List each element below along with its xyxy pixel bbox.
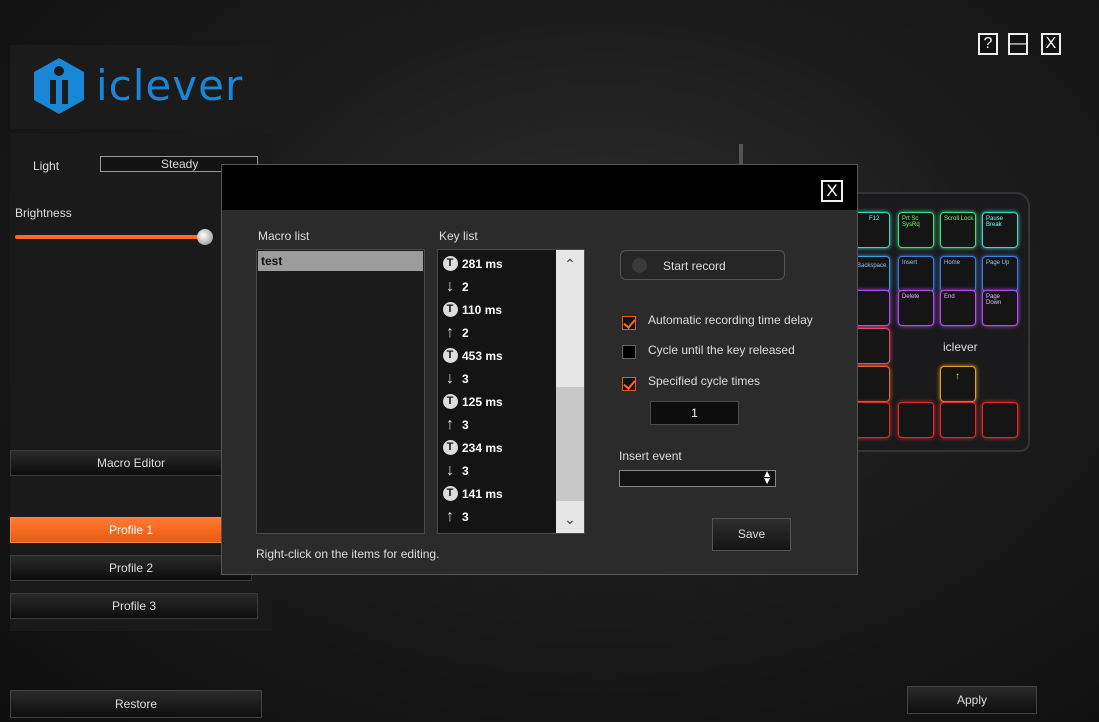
apply-button[interactable]: Apply [907, 686, 1037, 714]
key-down-icon: ↓ [446, 277, 454, 295]
macro-editor-button[interactable]: Macro Editor [10, 450, 252, 476]
key-entry[interactable]: T 110 ms [442, 298, 554, 321]
insert-event-select[interactable]: ▲ ▼ [619, 470, 776, 487]
keyboard-cable [739, 144, 743, 166]
save-button[interactable]: Save [712, 518, 791, 551]
key-bottom-1 [854, 402, 890, 438]
macro-dialog: X Macro list Key list test T 281 ms ↓ 2 T1… [221, 164, 858, 575]
iclever-logo-icon [34, 58, 84, 114]
chevron-up-icon[interactable]: ⌃ [556, 250, 584, 276]
key-arrow-right [982, 402, 1018, 438]
key-up-icon: ↑ [446, 507, 454, 525]
insert-event-label: Insert event [619, 449, 682, 463]
key-entries: T 281 ms ↓ 2 T 110 ms ↑ 2 T 453 ms ↓ 3 T 125 ms… [442, 252, 554, 528]
key-arrow-down [940, 402, 976, 438]
key-entry[interactable]: T 234 ms [442, 436, 554, 459]
key-entry[interactable]: ↓ 3 [442, 459, 554, 482]
keyboard-logo: iclever [943, 340, 978, 354]
key-home: Home [940, 256, 976, 292]
key-up-icon: ↑ [446, 323, 454, 341]
key-backspace: Backspace [854, 256, 890, 292]
specified-cycle-checkbox[interactable] [622, 377, 636, 391]
key-f12: F12 [854, 212, 890, 248]
key-delete: Delete [898, 290, 934, 326]
keyboard-preview: F12 Prt Sc SysRq Scroll Lock Pause Break… [848, 192, 1030, 452]
brand-name: iclever [96, 61, 244, 110]
dialog-close-button[interactable]: X [821, 180, 843, 202]
profile-2-button[interactable]: Profile 2 [10, 555, 252, 581]
key-end: End [940, 290, 976, 326]
key-scroll-lock: Scroll Lock [940, 212, 976, 248]
timer-icon: T [442, 302, 458, 318]
key-down-icon: ↓ [446, 369, 454, 387]
cycle-times-input[interactable]: 1 [650, 401, 739, 425]
timer-icon: T [442, 256, 458, 272]
key-entry[interactable]: ↑ 2 [442, 321, 554, 344]
macro-list[interactable]: test [256, 249, 425, 534]
close-button[interactable]: X [1041, 33, 1061, 55]
dialog-title-bar: X [222, 165, 857, 210]
select-arrows-icon: ▲ ▼ [762, 469, 772, 487]
timer-icon: T [442, 348, 458, 364]
macro-item-test[interactable]: test [258, 251, 423, 271]
key-down-icon: ↓ [446, 461, 454, 479]
key-arrow-left [898, 402, 934, 438]
brightness-slider-handle[interactable] [197, 229, 213, 245]
specified-cycle-label: Specified cycle times [648, 374, 761, 388]
start-record-button[interactable]: Start record [620, 250, 785, 280]
key-list-scrollbar[interactable]: ⌃ ⌄ [556, 250, 584, 533]
key-entry[interactable]: ↓ 3 [442, 367, 554, 390]
cycle-until-released-checkbox[interactable] [622, 345, 636, 359]
key-insert: Insert [898, 256, 934, 292]
brightness-slider-track[interactable] [15, 235, 203, 239]
key-entry[interactable]: ↑ 3 [442, 505, 554, 528]
key-entry[interactable]: T 125 ms [442, 390, 554, 413]
help-button[interactable]: ? [978, 33, 998, 55]
key-entry[interactable]: T 453 ms [442, 344, 554, 367]
key-list[interactable]: T 281 ms ↓ 2 T 110 ms ↑ 2 T 453 ms ↓ 3 T 125 ms… [437, 249, 585, 534]
chevron-down-icon[interactable]: ⌄ [556, 507, 584, 533]
auto-delay-checkbox[interactable] [622, 316, 636, 330]
key-up-icon: ↑ [446, 415, 454, 433]
editing-hint: Right-click on the items for editing. [256, 547, 440, 561]
key-side-3 [854, 366, 890, 402]
key-entry[interactable]: T 281 ms [442, 252, 554, 275]
key-page-up: Page Up [982, 256, 1018, 292]
minimize-button[interactable]: — [1008, 33, 1028, 55]
timer-icon: T [442, 440, 458, 456]
brightness-label: Brightness [15, 206, 72, 220]
profile-3-button[interactable]: Profile 3 [10, 593, 258, 619]
key-page-down: Page Down [982, 290, 1018, 326]
restore-button[interactable]: Restore [10, 690, 262, 718]
auto-delay-label: Automatic recording time delay [648, 313, 813, 327]
key-side-1 [854, 290, 890, 326]
macro-list-label: Macro list [258, 229, 310, 243]
key-pause: Pause Break [982, 212, 1018, 248]
timer-icon: T [442, 486, 458, 502]
key-entry[interactable]: ↑ 3 [442, 413, 554, 436]
key-arrow-up: ↑ [940, 366, 976, 402]
light-select-value: Steady [161, 157, 199, 171]
key-entry[interactable]: T 141 ms [442, 482, 554, 505]
record-icon [632, 258, 647, 273]
key-prtsc: Prt Sc SysRq [898, 212, 934, 248]
key-entry[interactable]: ↓ 2 [442, 275, 554, 298]
key-list-label: Key list [439, 229, 478, 243]
light-label: Light [33, 159, 60, 173]
start-record-label: Start record [663, 259, 726, 273]
scrollbar-thumb[interactable] [556, 387, 584, 501]
logo-panel: iclever [10, 45, 272, 129]
key-side-2 [854, 328, 890, 364]
cycle-until-released-label: Cycle until the key released [648, 343, 795, 357]
profile-1-button[interactable]: Profile 1 [10, 517, 252, 543]
timer-icon: T [442, 394, 458, 410]
